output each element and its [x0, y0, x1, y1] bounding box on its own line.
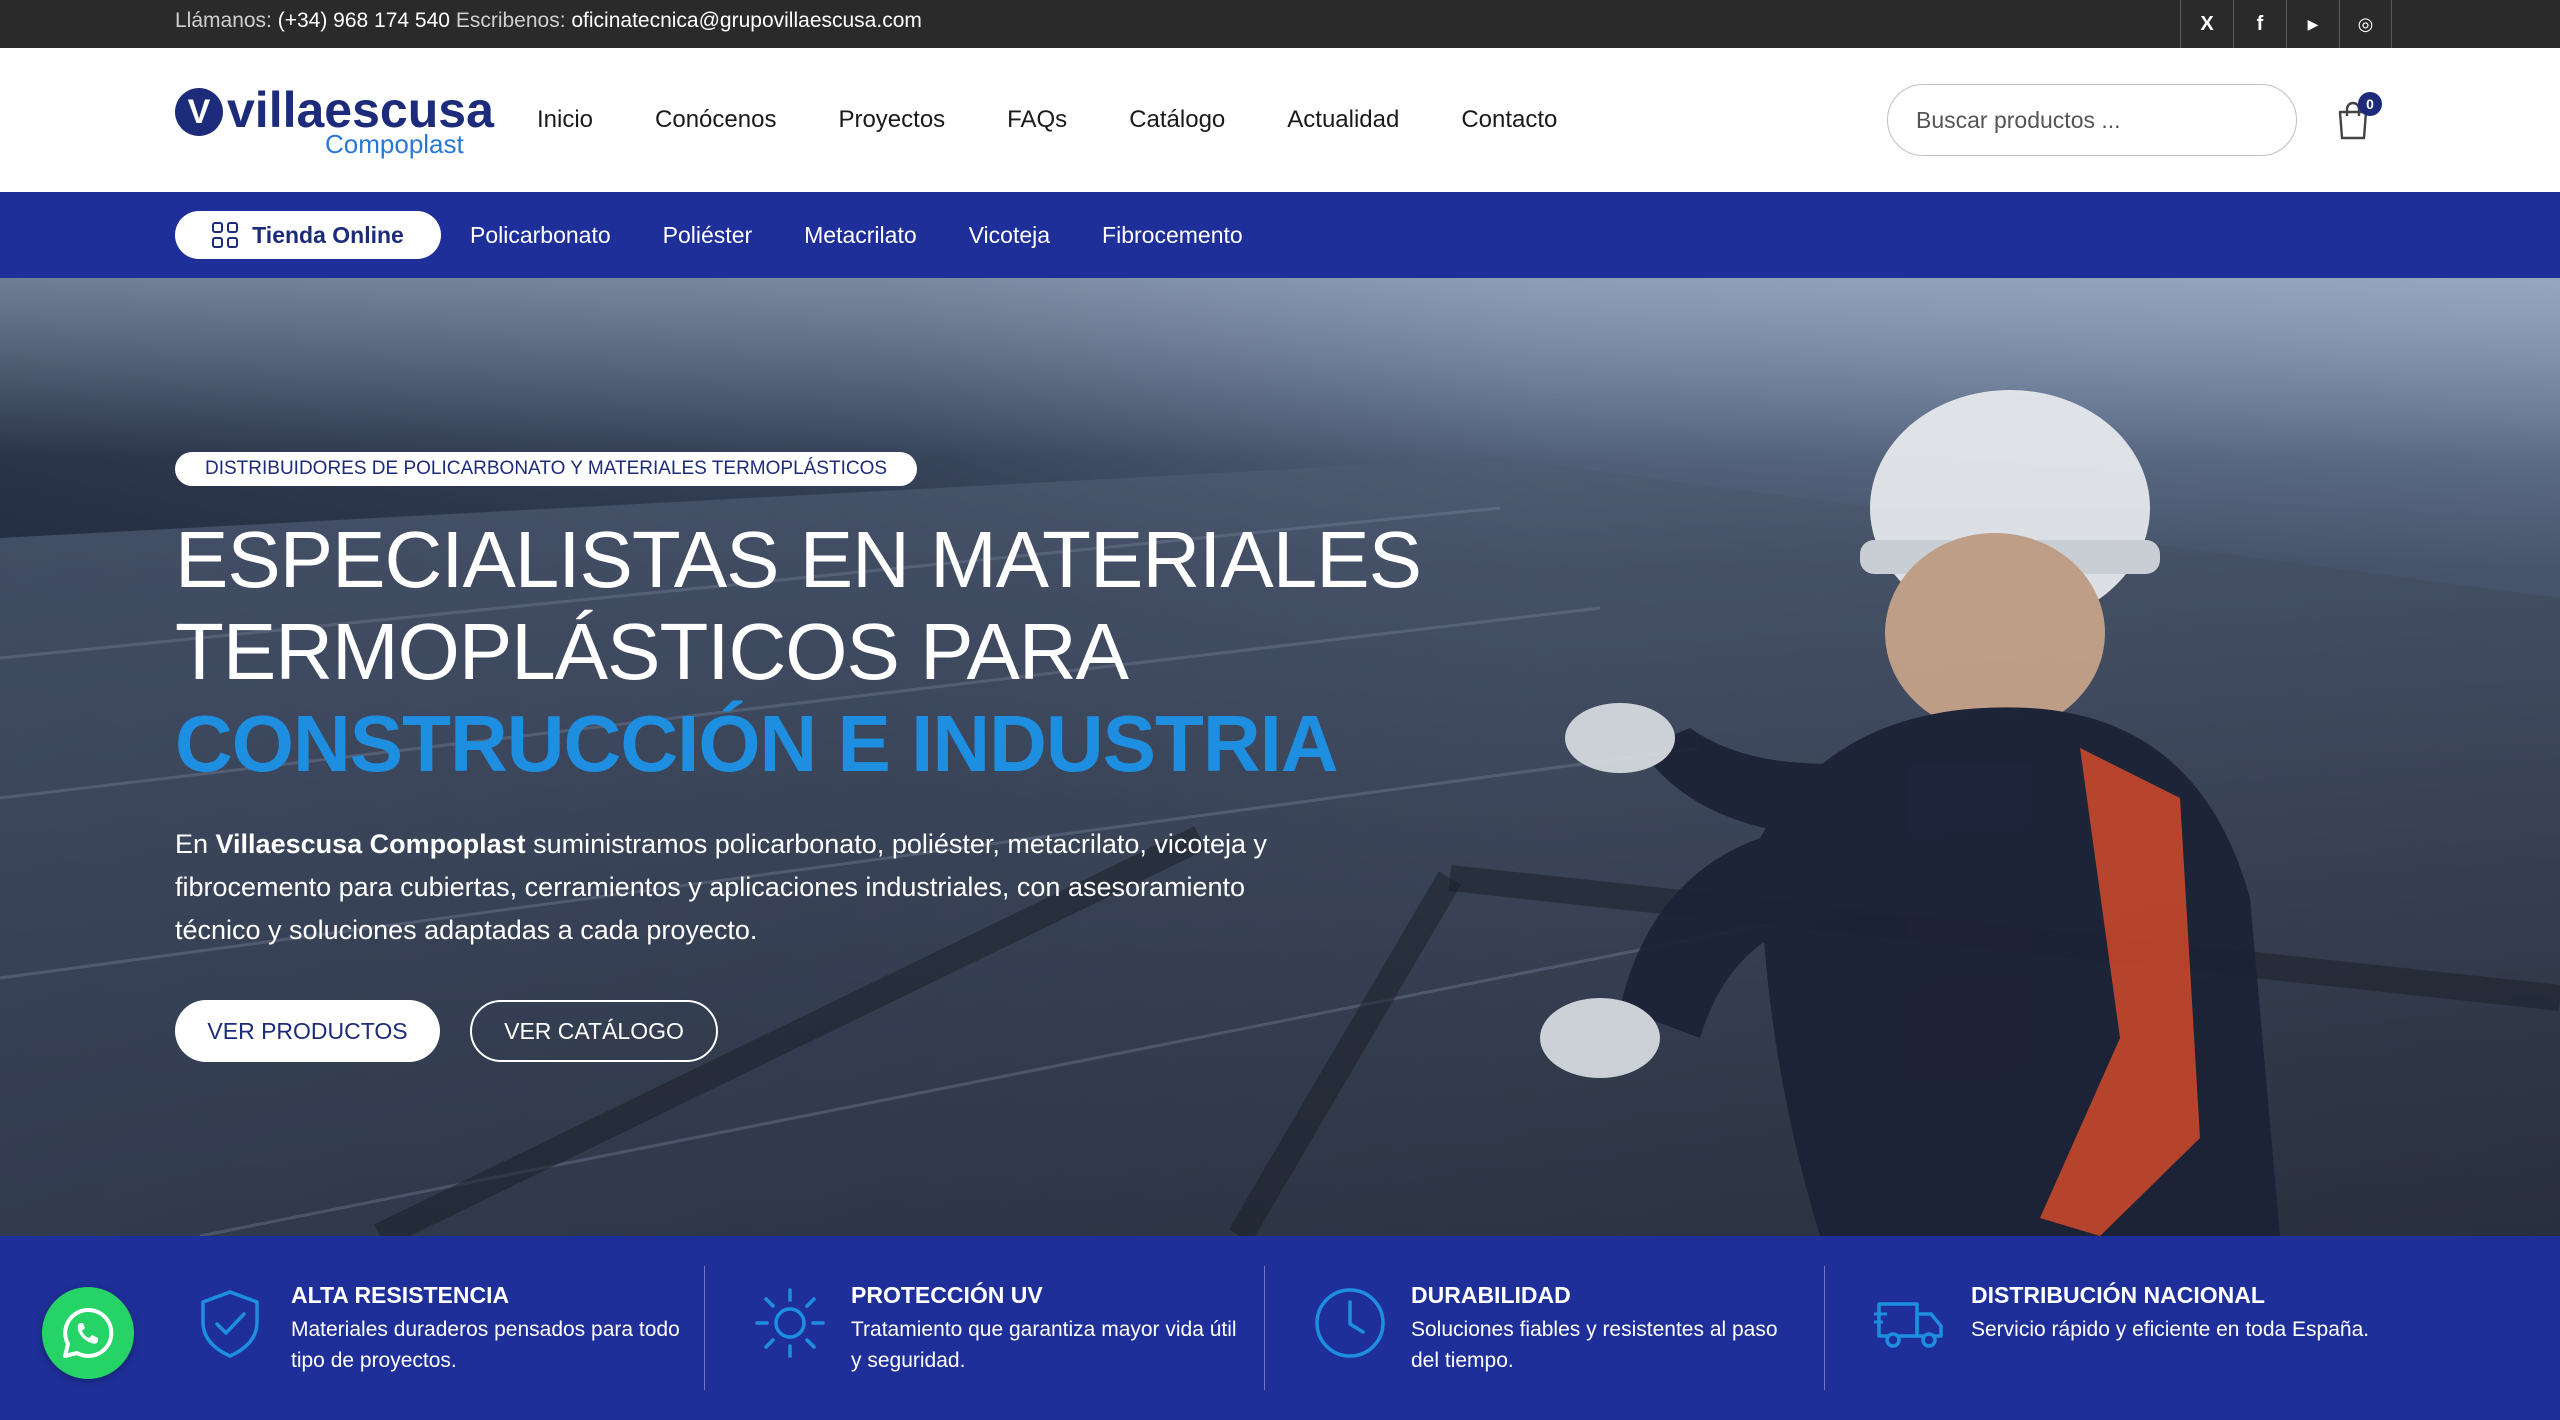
feature-title: DURABILIDAD [1411, 1282, 1571, 1308]
features-bar: ALTA RESISTENCIA Materiales duraderos pe… [0, 1236, 2560, 1420]
hero-title-line-2: TERMOPLÁSTICOS PARA [175, 607, 1129, 696]
call-label: Llámanos: [175, 9, 272, 32]
top-bar: Llámanos: (+34) 968 174 540 Escribenos: … [0, 0, 2560, 48]
feature-description: Soluciones fiables y resistentes al paso… [1411, 1318, 1778, 1372]
logo-mark-icon: V [175, 88, 223, 136]
nav-item-actualidad[interactable]: Actualidad [1287, 106, 1399, 134]
hero-section: DISTRIBUIDORES DE POLICARBONATO Y MATERI… [0, 278, 2560, 1236]
clock-icon [1315, 1288, 1385, 1358]
instagram-icon[interactable]: ◎ [2339, 0, 2392, 48]
facebook-icon[interactable]: f [2233, 0, 2286, 48]
sun-icon [755, 1288, 825, 1358]
shield-check-icon [201, 1290, 259, 1358]
feature-proteccion-uv: PROTECCIÓN UV Tratamiento que garantiza … [735, 1236, 1255, 1420]
hero-description: En Villaescusa Compoplast suministramos … [175, 823, 1285, 952]
category-metacrilato[interactable]: Metacrilato [804, 222, 916, 249]
category-links: Policarbonato Poliéster Metacrilato Vico… [470, 192, 1295, 278]
truck-icon [1874, 1302, 1943, 1348]
nav-item-contacto[interactable]: Contacto [1461, 106, 1557, 134]
feature-title: PROTECCIÓN UV [851, 1282, 1043, 1308]
hero-badge: DISTRIBUIDORES DE POLICARBONATO Y MATERI… [175, 452, 918, 486]
view-catalog-button[interactable]: VER CATÁLOGO [470, 1000, 718, 1062]
feature-durabilidad: DURABILIDAD Soluciones fiables y resiste… [1295, 1236, 1815, 1420]
main-header: V villaescusa Compoplast Inicio Conóceno… [0, 48, 2560, 192]
feature-title: ALTA RESISTENCIA [291, 1282, 510, 1308]
feature-alta-resistencia: ALTA RESISTENCIA Materiales duraderos pe… [175, 1236, 695, 1420]
logo-sub-text: Compoplast [325, 129, 464, 159]
feature-divider [704, 1266, 705, 1390]
site-logo[interactable]: V villaescusa Compoplast [175, 82, 494, 159]
social-links: X f ▶ ◎ [2180, 0, 2392, 48]
email-link[interactable]: oficinatecnica@grupovillaescusa.com [571, 9, 922, 32]
whatsapp-button[interactable] [42, 1287, 134, 1379]
hero-desc-prefix: En [175, 829, 216, 859]
whatsapp-icon [63, 1307, 114, 1358]
cart-button[interactable]: 0 [2336, 92, 2382, 140]
hero-title-accent: CONSTRUCCIÓN E INDUSTRIA [175, 699, 1339, 788]
feature-description: Tratamiento que garantiza mayor vida úti… [851, 1318, 1237, 1372]
online-shop-label: Tienda Online [252, 221, 404, 248]
category-policarbonato[interactable]: Policarbonato [470, 222, 611, 249]
feature-distribucion-nacional: DISTRIBUCIÓN NACIONAL Servicio rápido y … [1855, 1236, 2375, 1420]
feature-title: DISTRIBUCIÓN NACIONAL [1971, 1282, 2265, 1308]
category-fibrocemento[interactable]: Fibrocemento [1102, 222, 1243, 249]
nav-item-conocenos[interactable]: Conócenos [655, 106, 776, 134]
feature-description: Servicio rápido y eficiente en toda Espa… [1971, 1318, 2370, 1341]
nav-item-inicio[interactable]: Inicio [537, 106, 593, 134]
hero-title-line-1: ESPECIALISTAS EN MATERIALES [175, 515, 1422, 604]
feature-description: Materiales duraderos pensados para todo … [291, 1318, 680, 1372]
nav-item-catalogo[interactable]: Catálogo [1129, 106, 1225, 134]
x-icon[interactable]: X [2180, 0, 2233, 48]
feature-divider [1264, 1266, 1265, 1390]
category-bar: Tienda Online Policarbonato Poliéster Me… [0, 192, 2560, 278]
grid-icon [212, 222, 239, 248]
nav-item-faqs[interactable]: FAQs [1007, 106, 1067, 134]
write-label: Escribenos: [455, 9, 566, 32]
topbar-contact: Llámanos: (+34) 968 174 540 Escribenos: … [175, 0, 922, 48]
view-products-button[interactable]: VER PRODUCTOS [175, 1000, 440, 1062]
hero-desc-brand: Villaescusa Compoplast [215, 829, 526, 859]
nav-item-proyectos[interactable]: Proyectos [838, 106, 945, 134]
phone-link[interactable]: (+34) 968 174 540 [278, 9, 450, 32]
category-vicoteja[interactable]: Vicoteja [969, 222, 1050, 249]
youtube-icon[interactable]: ▶ [2286, 0, 2339, 48]
main-nav: Inicio Conócenos Proyectos FAQs Catálogo… [537, 48, 1619, 192]
category-poliester[interactable]: Poliéster [663, 222, 752, 249]
cart-count-badge: 0 [2358, 92, 2382, 116]
hero-title: ESPECIALISTAS EN MATERIALES TERMOPLÁSTIC… [175, 514, 1422, 790]
feature-divider [1824, 1266, 1825, 1390]
search-input[interactable] [1887, 84, 2297, 156]
online-shop-button[interactable]: Tienda Online [175, 211, 441, 259]
